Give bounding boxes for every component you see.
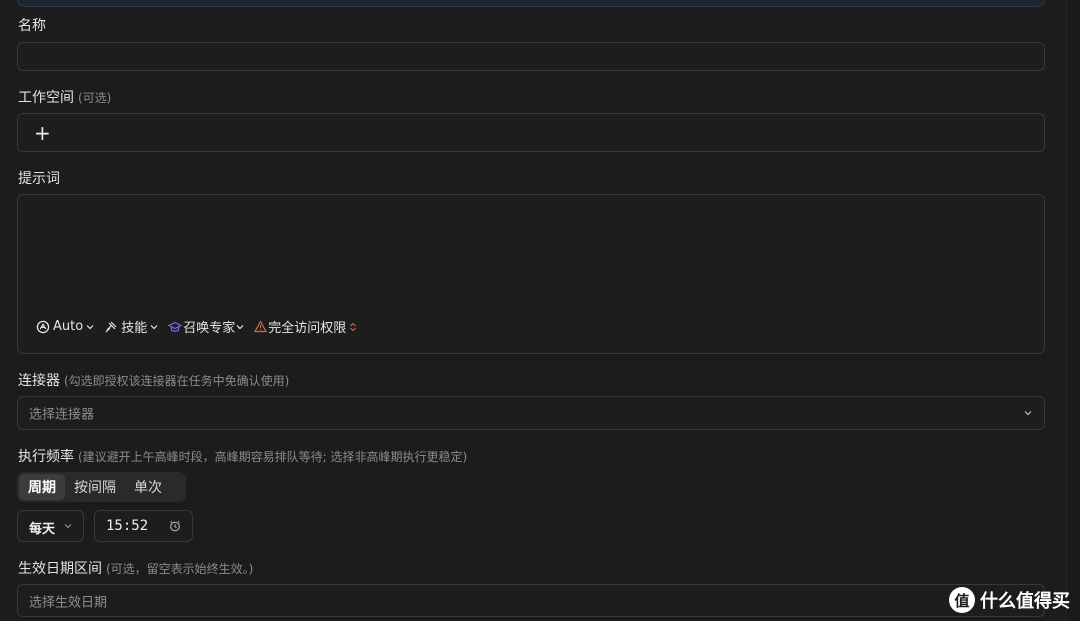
top-field-edge xyxy=(17,0,1045,7)
date-range-label-text: 生效日期区间 xyxy=(18,561,102,577)
mode-label: Auto xyxy=(53,319,84,334)
skills-selector[interactable]: 技能 xyxy=(104,317,158,336)
time-picker[interactable]: 15:52 xyxy=(94,510,193,542)
connectors-select[interactable]: 选择连接器 xyxy=(17,396,1045,430)
connectors-hint: (勾选即授权该连接器在任务中免确认使用) xyxy=(64,374,290,388)
frequency-hint: (建议避开上午高峰时段，高峰期容易排队等待; 选择非高峰期执行更稳定) xyxy=(78,450,468,464)
date-range-label: 生效日期区间 (可选，留空表示始终生效。) xyxy=(18,558,253,578)
workspace-hint: (可选) xyxy=(78,91,112,105)
task-form: 名称 工作空间 (可选) + 提示词 Auto 技能 召唤专家 完全访问权限 连… xyxy=(0,0,1080,621)
prompt-label-text: 提示词 xyxy=(18,171,60,187)
chevron-down-icon xyxy=(236,324,244,329)
access-selector[interactable]: 完全访问权限 xyxy=(254,317,357,336)
date-range-hint: (可选，留空表示始终生效。) xyxy=(106,562,254,576)
site-watermark: 值 什么值得买 xyxy=(949,587,1070,613)
scrollbar-track[interactable] xyxy=(1066,0,1080,621)
chevron-down-icon xyxy=(1024,411,1032,416)
frequency-label-text: 执行频率 xyxy=(18,449,74,465)
name-label: 名称 xyxy=(18,15,46,35)
tab-once[interactable]: 单次 xyxy=(125,474,171,500)
chevron-down-icon xyxy=(64,524,72,529)
connectors-placeholder: 选择连接器 xyxy=(29,407,95,423)
chevron-updown-icon xyxy=(350,322,357,331)
tab-period[interactable]: 周期 xyxy=(19,474,65,500)
prompt-toolbar: Auto 技能 召唤专家 完全访问权限 xyxy=(36,317,367,336)
date-range-placeholder: 选择生效日期 xyxy=(29,595,108,610)
graduation-cap-icon xyxy=(168,321,183,332)
name-input[interactable] xyxy=(17,42,1045,71)
frequency-label: 执行频率 (建议避开上午高峰时段，高峰期容易排队等待; 选择非高峰期执行更稳定) xyxy=(18,446,467,466)
expert-label: 召唤专家 xyxy=(183,321,236,336)
chevron-down-icon xyxy=(86,324,94,329)
auto-mode-icon xyxy=(36,320,50,333)
workspace-label: 工作空间 (可选) xyxy=(18,87,111,107)
connectors-label-text: 连接器 xyxy=(18,373,60,389)
period-select[interactable]: 每天 xyxy=(17,510,84,542)
period-value: 每天 xyxy=(29,522,56,537)
prompt-textarea[interactable]: Auto 技能 召唤专家 完全访问权限 xyxy=(17,194,1045,354)
alarm-clock-icon xyxy=(170,520,180,532)
tab-interval[interactable]: 按间隔 xyxy=(65,474,125,500)
date-range-picker[interactable]: 选择生效日期 xyxy=(17,584,1045,617)
skills-label: 技能 xyxy=(121,321,148,336)
watermark-text: 什么值得买 xyxy=(980,591,1070,612)
prompt-label: 提示词 xyxy=(18,168,60,188)
add-workspace-icon[interactable]: + xyxy=(34,123,51,143)
workspace-field: + xyxy=(17,113,1045,152)
watermark-logo: 值 xyxy=(949,587,975,613)
name-label-text: 名称 xyxy=(18,18,46,34)
chevron-down-icon xyxy=(150,324,158,329)
workspace-label-text: 工作空间 xyxy=(18,90,74,106)
frequency-tabs: 周期 按间隔 单次 xyxy=(17,472,186,502)
access-label: 完全访问权限 xyxy=(268,321,347,336)
warning-icon xyxy=(254,320,268,333)
expert-selector[interactable]: 召唤专家 xyxy=(168,317,244,336)
connectors-label: 连接器 (勾选即授权该连接器在任务中免确认使用) xyxy=(18,370,289,390)
skills-icon xyxy=(105,321,117,332)
mode-selector[interactable]: Auto xyxy=(36,319,94,334)
time-value: 15:52 xyxy=(106,518,149,534)
